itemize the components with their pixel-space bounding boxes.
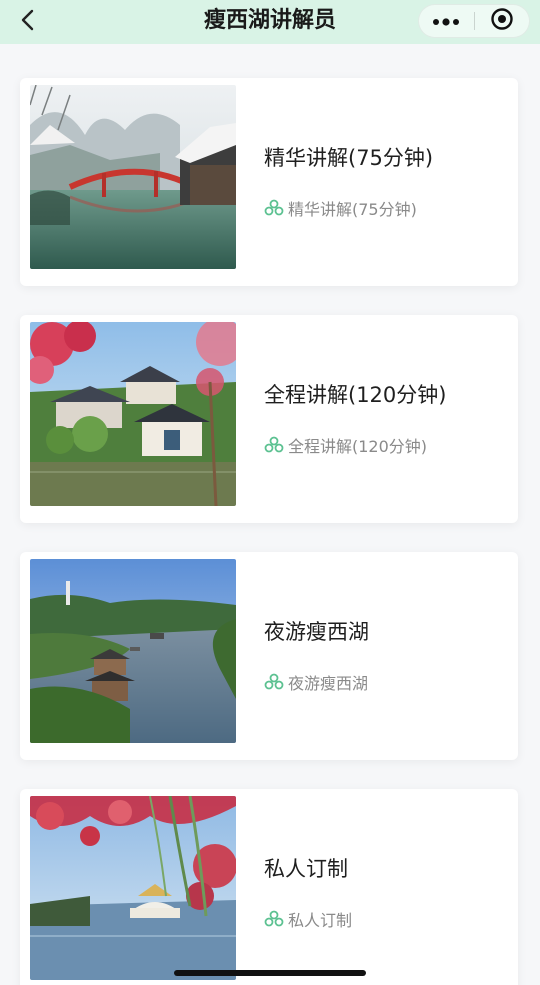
more-icon bbox=[432, 12, 460, 31]
share-icon bbox=[264, 199, 284, 217]
item-title: 夜游瘦西湖 bbox=[264, 620, 369, 644]
nav-bar: 瘦西湖讲解员 bbox=[0, 0, 540, 44]
item-title: 精华讲解(75分钟) bbox=[264, 146, 434, 170]
share-icon bbox=[264, 673, 284, 691]
item-subtitle-text: 精华讲解(75分钟) bbox=[288, 200, 417, 219]
exit-button[interactable] bbox=[474, 4, 529, 38]
list-item[interactable]: 全程讲解(120分钟) 全程讲解(120分钟) bbox=[20, 315, 518, 523]
more-button[interactable] bbox=[419, 4, 474, 38]
list-item[interactable]: 夜游瘦西湖 夜游瘦西湖 bbox=[20, 552, 518, 760]
list-item[interactable]: 精华讲解(75分钟) 精华讲解(75分钟) bbox=[20, 78, 518, 286]
item-subtitle: 私人订制 bbox=[264, 907, 352, 931]
item-subtitle-text: 全程讲解(120分钟) bbox=[288, 437, 428, 456]
target-icon bbox=[490, 7, 514, 35]
thumbnail-blossom-bridge bbox=[30, 796, 236, 980]
thumbnail-pavilion bbox=[30, 322, 236, 506]
item-title: 私人订制 bbox=[264, 857, 348, 881]
share-icon bbox=[264, 436, 284, 454]
item-subtitle-text: 夜游瘦西湖 bbox=[288, 674, 369, 693]
back-icon bbox=[18, 8, 38, 36]
thumbnail-lake bbox=[30, 559, 236, 743]
share-icon bbox=[264, 910, 284, 928]
item-subtitle: 全程讲解(120分钟) bbox=[264, 433, 427, 457]
back-button[interactable] bbox=[10, 4, 46, 40]
item-subtitle-text: 私人订制 bbox=[288, 911, 353, 930]
tour-list: 精华讲解(75分钟) 精华讲解(75分钟) 全程讲解(120分钟) 全程讲解(1… bbox=[0, 44, 540, 985]
list-item[interactable]: 私人订制 私人订制 bbox=[20, 789, 518, 985]
item-subtitle: 夜游瘦西湖 bbox=[264, 670, 368, 694]
item-title: 全程讲解(120分钟) bbox=[264, 383, 447, 407]
item-subtitle: 精华讲解(75分钟) bbox=[264, 196, 417, 220]
home-indicator[interactable] bbox=[174, 970, 366, 976]
thumbnail-snowy-bridge bbox=[30, 85, 236, 269]
page: 瘦西湖讲解员 精华讲解(75分钟) 精华讲解(75分钟) 全程讲解(120分钟)… bbox=[0, 0, 540, 985]
mini-program-capsule bbox=[418, 4, 530, 38]
